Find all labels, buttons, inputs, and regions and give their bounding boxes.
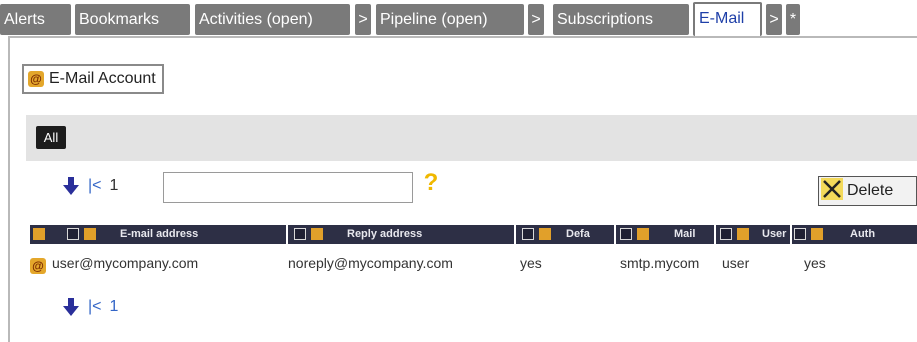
column-header-auth[interactable]: Auth [850, 225, 917, 244]
add-filter-icon[interactable] [637, 228, 649, 240]
filter-bar [26, 115, 917, 161]
add-filter-icon[interactable] [737, 228, 749, 240]
column-separator [514, 225, 516, 244]
first-page-link[interactable]: |< [88, 298, 102, 316]
column-separator [614, 225, 616, 244]
tab-alerts[interactable]: Alerts [0, 4, 71, 35]
at-icon: @ [28, 71, 44, 87]
delete-x-icon [821, 177, 843, 205]
tab-pipeline-expand[interactable]: > [528, 4, 544, 35]
cell-auth: yes [804, 255, 826, 271]
email-account-label: E-Mail Account [49, 70, 156, 87]
cell-email[interactable]: user@mycompany.com [52, 253, 198, 273]
pager-top: |< 1 [62, 176, 118, 196]
add-filter-icon[interactable] [811, 228, 823, 240]
page-number: 1 [109, 298, 119, 315]
sort-icon[interactable] [794, 228, 806, 240]
delete-label: Delete [847, 182, 894, 199]
table-row[interactable]: @ user@mycompany.com noreply@mycompany.c… [30, 253, 917, 275]
tab-more[interactable]: * [786, 4, 800, 35]
cell-user: user [722, 255, 750, 271]
add-filter-icon[interactable] [84, 228, 96, 240]
tab-pipeline-open[interactable]: Pipeline (open) [376, 4, 524, 35]
tab-email-expand[interactable]: > [766, 4, 782, 35]
column-separator [286, 225, 288, 244]
column-header-default[interactable]: Defa [566, 225, 614, 244]
cell-reply-address: noreply@mycompany.com [288, 255, 453, 271]
sort-icon[interactable] [294, 228, 306, 240]
column-header-mail[interactable]: Mail [674, 225, 714, 244]
tab-email[interactable]: E-Mail [693, 2, 762, 36]
table-header: E-mail address Reply address Defa Mail U… [30, 225, 917, 244]
first-page-link[interactable]: |< [88, 177, 102, 195]
page-number: 1 [109, 177, 119, 194]
help-icon[interactable]: ? [420, 170, 442, 196]
tab-subscriptions[interactable]: Subscriptions [553, 4, 689, 35]
cell-default: yes [520, 255, 542, 271]
search-input[interactable] [163, 172, 413, 203]
tab-bar: Alerts Bookmarks Activities (open) > Pip… [0, 0, 917, 40]
sort-icon[interactable] [620, 228, 632, 240]
cell-mail-server: smtp.mycom [620, 255, 700, 271]
add-filter-icon[interactable] [311, 228, 323, 240]
sort-icon[interactable] [67, 228, 79, 240]
row-at-icon: @ [30, 255, 46, 275]
arrow-down-icon[interactable] [62, 176, 80, 196]
select-all-icon[interactable] [33, 228, 45, 240]
add-filter-icon[interactable] [539, 228, 551, 240]
tab-activities-open[interactable]: Activities (open) [195, 4, 350, 35]
column-separator [790, 225, 792, 244]
sort-icon[interactable] [522, 228, 534, 240]
tab-bookmarks[interactable]: Bookmarks [75, 4, 190, 35]
arrow-down-icon[interactable] [62, 297, 80, 317]
filter-all-button[interactable]: All [36, 126, 66, 149]
email-account-button[interactable]: @ E-Mail Account [22, 64, 164, 94]
delete-button[interactable]: Delete [818, 176, 917, 206]
pager-bottom: |< 1 [62, 297, 118, 317]
column-header-user[interactable]: User [762, 225, 790, 244]
tab-activities-expand[interactable]: > [355, 4, 371, 35]
column-header-reply[interactable]: Reply address [347, 225, 507, 244]
sort-icon[interactable] [720, 228, 732, 240]
column-header-email[interactable]: E-mail address [120, 225, 280, 244]
column-separator [714, 225, 716, 244]
